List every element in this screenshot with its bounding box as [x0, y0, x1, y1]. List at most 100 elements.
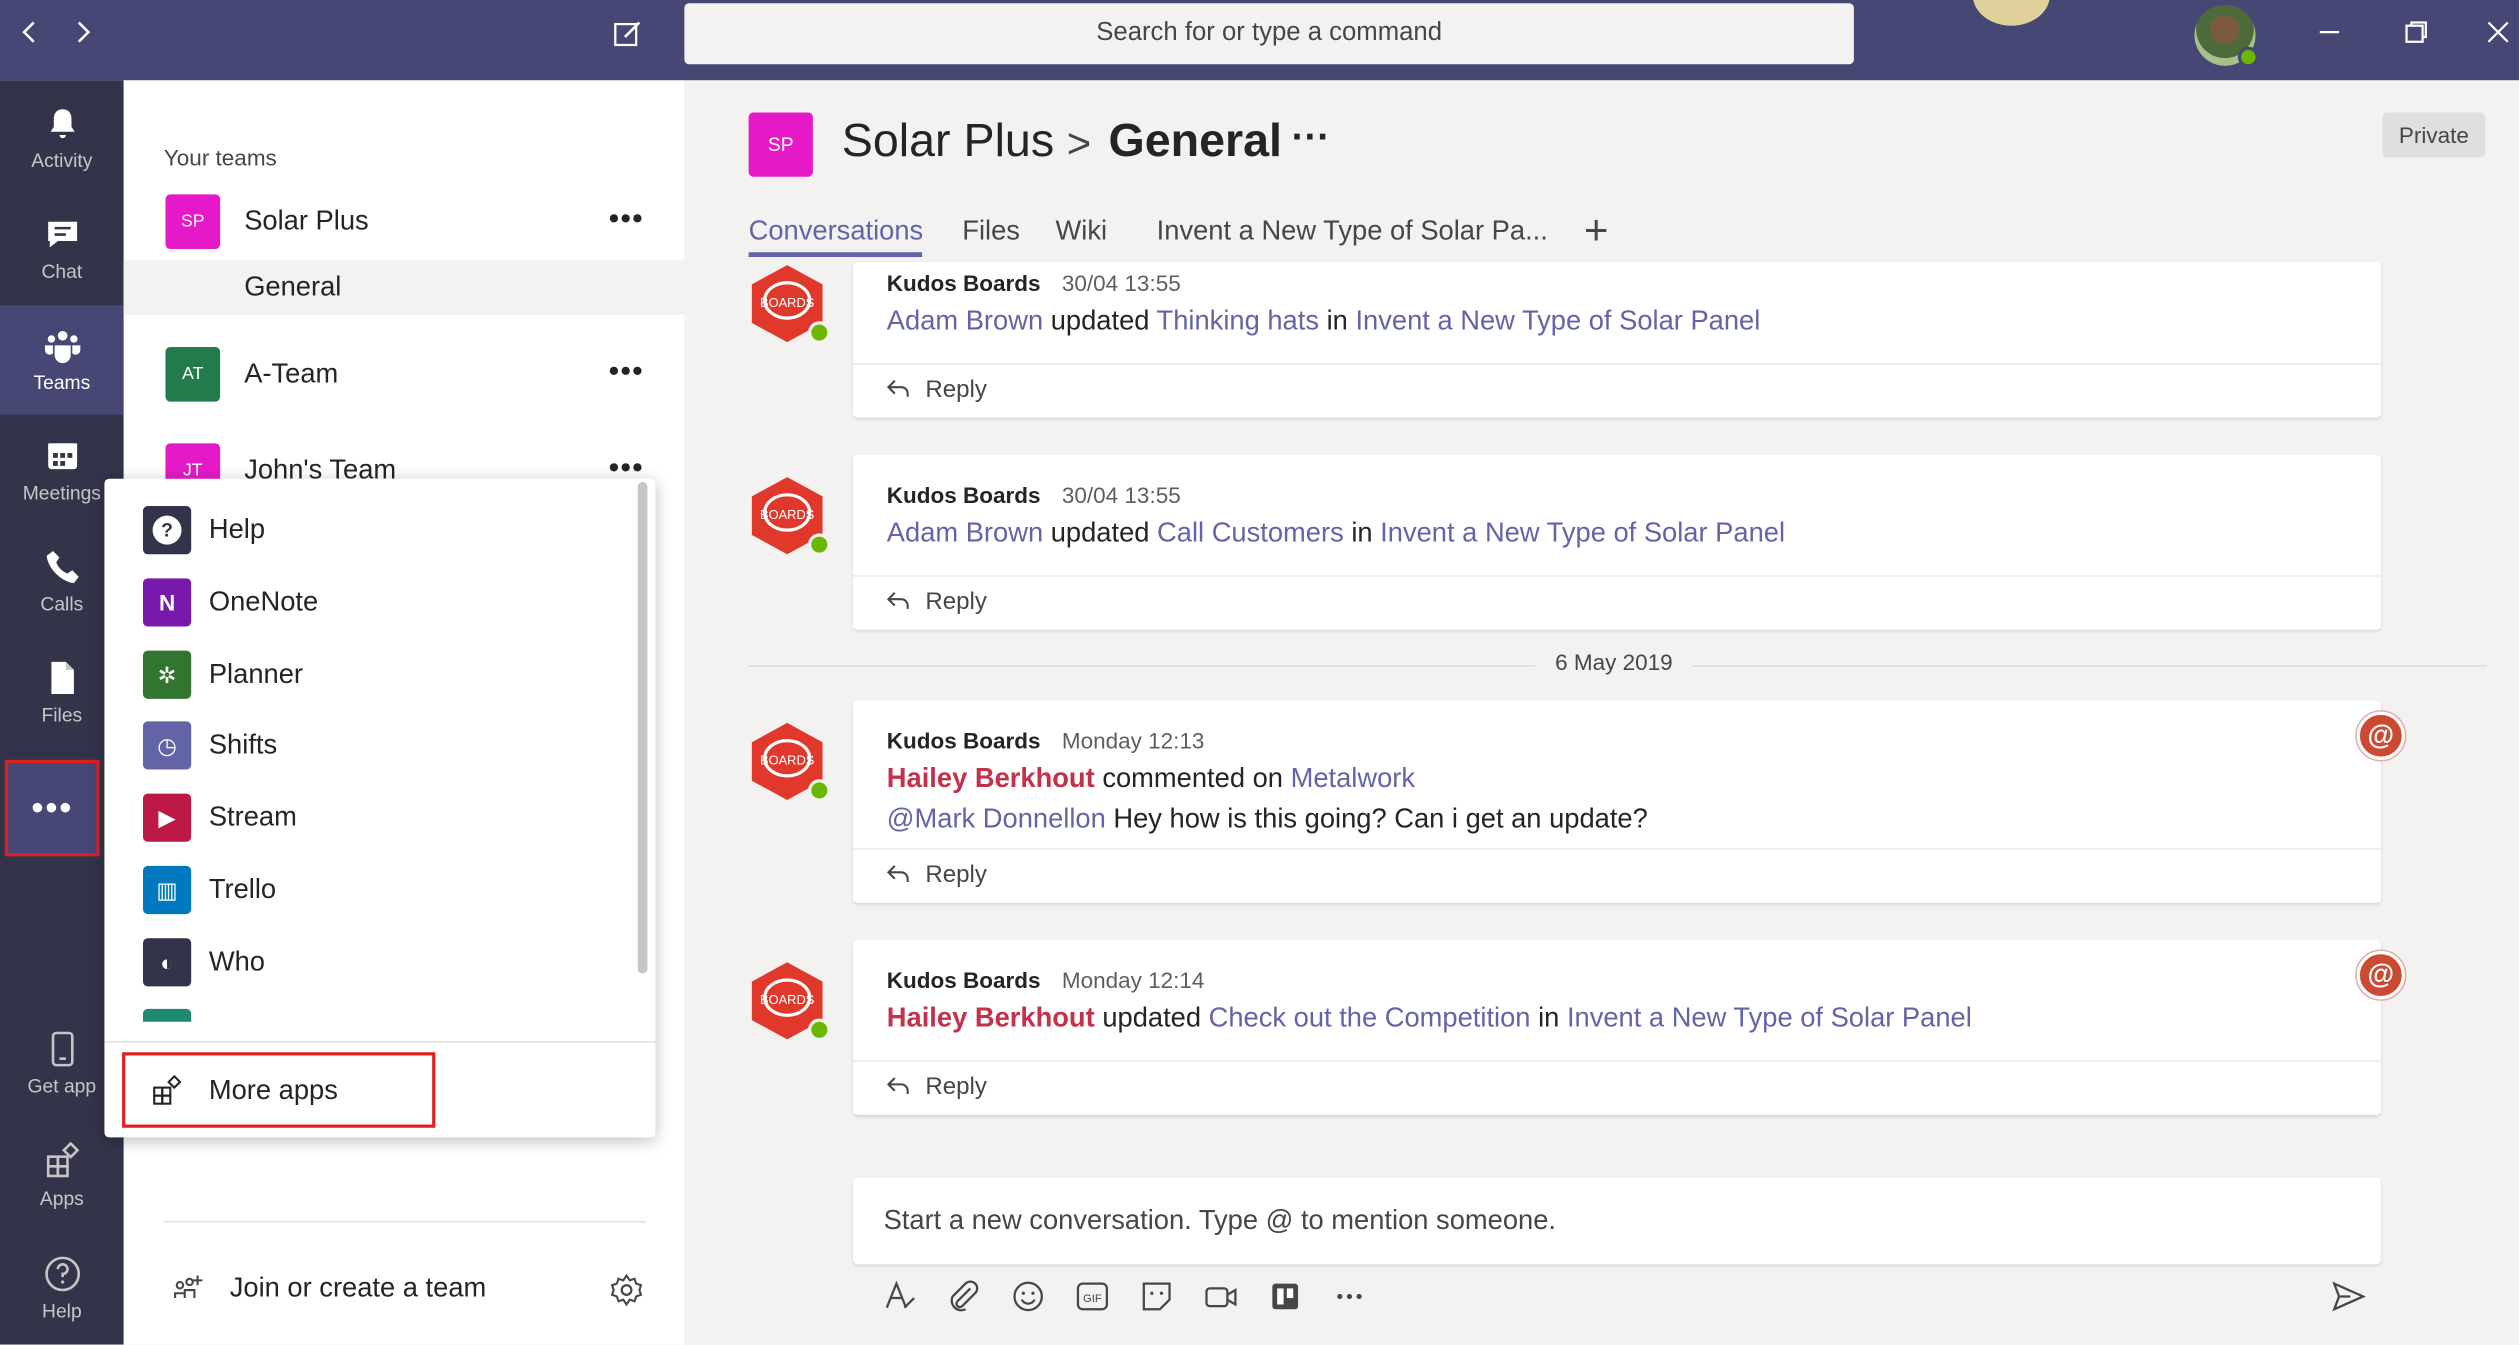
flyout-item-onenote[interactable]: N OneNote: [142, 574, 319, 632]
tab-wiki[interactable]: Wiki: [1055, 215, 1107, 247]
appbar-label: Activity: [31, 149, 93, 172]
presence-available-icon: [808, 1018, 831, 1042]
message-sender[interactable]: Kudos Boards: [887, 728, 1041, 754]
message-sender[interactable]: Kudos Boards: [887, 967, 1041, 993]
compose-icon[interactable]: [610, 16, 645, 51]
kudos-boards-avatar[interactable]: BOARDS: [745, 959, 831, 1043]
back-icon[interactable]: [13, 16, 45, 48]
gif-icon[interactable]: GIF: [1073, 1277, 1112, 1316]
flyout-item-shifts[interactable]: ◷ Shifts: [142, 716, 277, 774]
close-icon[interactable]: [2482, 16, 2514, 48]
bot-label: BOARDS: [760, 992, 814, 1007]
message-text: Adam Brown updated Thinking hats in Inve…: [886, 305, 1761, 336]
flyout-item-who[interactable]: ◐ Who: [142, 933, 265, 991]
reply-button[interactable]: Reply: [853, 575, 2381, 629]
appbar-apps[interactable]: Apps: [0, 1121, 124, 1230]
card-link[interactable]: Check out the Competition: [1209, 1002, 1531, 1033]
bot-label: BOARDS: [760, 753, 814, 768]
trello-icon[interactable]: [1266, 1277, 1305, 1316]
appbar-label: Help: [42, 1299, 82, 1323]
team-more-button[interactable]: •••: [609, 202, 644, 236]
flyout-item-label: Help: [208, 514, 266, 545]
format-icon[interactable]: [880, 1277, 919, 1316]
tab-files[interactable]: Files: [962, 215, 1020, 247]
kudos-boards-avatar[interactable]: BOARDS: [745, 474, 831, 558]
tab-conversations[interactable]: Conversations: [749, 215, 924, 247]
flyout-item-help[interactable]: ? Help: [142, 501, 266, 559]
flyout-item-label: Planner: [208, 658, 304, 690]
appbar-label: Files: [41, 703, 83, 727]
presence-available-icon: [808, 321, 831, 344]
flyout-item-trello[interactable]: ▥ Trello: [142, 861, 276, 919]
flyout-item-planner[interactable]: ✲ Planner: [142, 646, 304, 704]
board-link[interactable]: Invent a New Type of Solar Panel: [1567, 1002, 1972, 1033]
join-create-label: Join or create a team: [229, 1272, 487, 1303]
attach-icon[interactable]: [945, 1277, 984, 1316]
join-team-icon: [174, 1275, 203, 1299]
more-apps-flyout: ? Help N OneNote ✲ Planner ◷ Shifts ▶ St…: [104, 478, 656, 1138]
flyout-item-label: Stream: [208, 801, 297, 833]
forward-icon[interactable]: [67, 16, 99, 48]
mention-link[interactable]: @Mark Donnellon: [887, 803, 1106, 834]
teams-window: Search for or type a command Activity Ch…: [0, 0, 2519, 1345]
team-more-button[interactable]: •••: [609, 355, 644, 389]
user-avatar[interactable]: [2194, 4, 2259, 68]
appbar-chat[interactable]: Chat: [0, 194, 124, 303]
appbar-help[interactable]: Help: [0, 1234, 124, 1343]
restore-icon[interactable]: [2400, 16, 2432, 48]
tab-invent-board[interactable]: Invent a New Type of Solar Pa...: [1157, 215, 1548, 247]
card-link[interactable]: Call Customers: [1157, 517, 1344, 548]
channel-main: SP Solar Plus > General ··· Private Conv…: [684, 80, 2519, 1345]
message-sender[interactable]: Kudos Boards: [887, 482, 1041, 508]
user-link[interactable]: Hailey Berkhout: [887, 763, 1095, 794]
search-input[interactable]: Search for or type a command: [684, 3, 1854, 65]
board-link[interactable]: Invent a New Type of Solar Panel: [1355, 305, 1760, 336]
reply-button[interactable]: Reply: [853, 363, 2381, 417]
sticker-icon[interactable]: [1137, 1277, 1176, 1316]
board-link[interactable]: Invent a New Type of Solar Panel: [1380, 517, 1785, 548]
send-icon[interactable]: [2329, 1277, 2368, 1316]
meet-icon[interactable]: [1202, 1277, 1241, 1316]
kudos-boards-avatar[interactable]: BOARDS: [745, 262, 831, 346]
flyout-scrollbar[interactable]: [637, 481, 648, 974]
user-link[interactable]: Adam Brown: [887, 517, 1043, 548]
compose-box[interactable]: Start a new conversation. Type @ to ment…: [853, 1177, 2381, 1265]
team-row-solar-plus[interactable]: SP Solar Plus •••: [124, 182, 685, 262]
message-sender[interactable]: Kudos Boards: [887, 270, 1041, 296]
more-apps-ellipsis-button[interactable]: •••: [4, 759, 100, 857]
flyout-item-stream[interactable]: ▶ Stream: [142, 789, 297, 847]
appbar-activity[interactable]: Activity: [0, 84, 124, 193]
appbar-label: Apps: [39, 1187, 84, 1210]
appbar-label: Teams: [33, 371, 91, 394]
reply-button[interactable]: Reply: [853, 848, 2381, 902]
emoji-icon[interactable]: [1009, 1277, 1048, 1316]
team-row-a-team[interactable]: AT A-Team •••: [124, 333, 685, 413]
reply-label: Reply: [925, 1073, 987, 1101]
compose-placeholder: Start a new conversation. Type @ to ment…: [883, 1204, 1556, 1236]
channel-general[interactable]: General: [123, 260, 685, 315]
reply-button[interactable]: Reply: [853, 1060, 2381, 1114]
appbar-teams[interactable]: Teams: [0, 305, 124, 415]
user-link[interactable]: Adam Brown: [887, 305, 1043, 336]
more-apps-label: More apps: [208, 1073, 338, 1105]
breadcrumb-channel: General: [1108, 115, 1282, 168]
message-text: Adam Brown updated Call Customers in Inv…: [886, 517, 1786, 548]
channel-more-button[interactable]: ···: [1292, 116, 1331, 161]
join-create-team-button[interactable]: Join or create a team: [172, 1272, 486, 1304]
card-link[interactable]: Thinking hats: [1157, 305, 1319, 336]
gear-icon[interactable]: [609, 1272, 644, 1315]
more-icon[interactable]: [1330, 1277, 1369, 1316]
kudos-boards-avatar[interactable]: BOARDS: [745, 720, 831, 804]
card-link[interactable]: Metalwork: [1291, 763, 1415, 794]
message-card: Kudos Boards 30/04 13:55 Adam Brown upda…: [853, 261, 2381, 418]
add-tab-button[interactable]: +: [1584, 206, 1608, 256]
flyout-item-label: OneNote: [208, 586, 319, 617]
more-apps-button[interactable]: More apps: [122, 1052, 436, 1128]
breadcrumb-team[interactable]: Solar Plus: [842, 116, 1054, 169]
minimize-icon[interactable]: [2313, 16, 2345, 48]
user-link[interactable]: Hailey Berkhout: [887, 1002, 1095, 1033]
apps-icon: [153, 1074, 182, 1104]
active-tab-indicator: [748, 252, 923, 258]
pane-divider: [163, 1220, 646, 1223]
message-card: Kudos Boards Monday 12:13 Hailey Berkhou…: [853, 700, 2381, 903]
